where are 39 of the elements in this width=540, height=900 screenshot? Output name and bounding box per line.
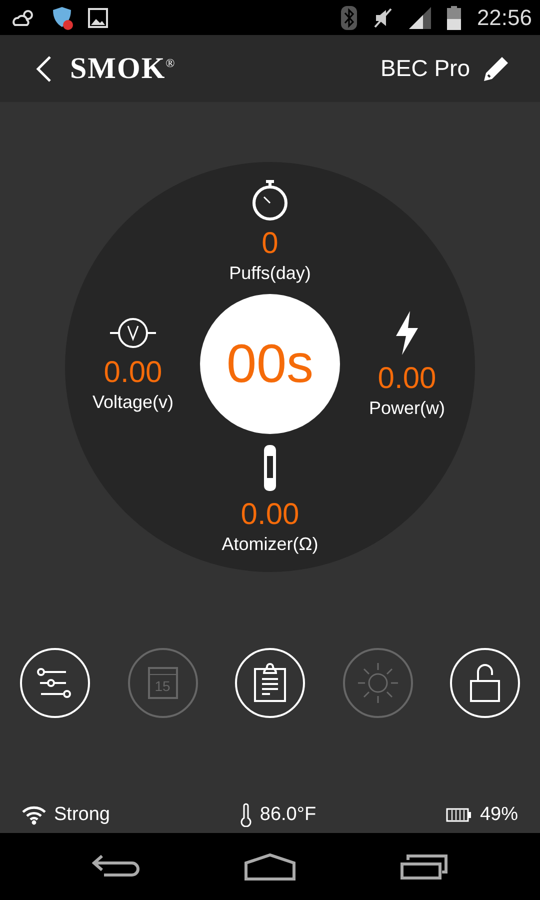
battery-icon bbox=[446, 6, 461, 30]
battery-text: 49% bbox=[480, 804, 518, 826]
metric-value: 0 bbox=[262, 227, 278, 261]
signal-icon bbox=[408, 6, 431, 28]
back-icon[interactable] bbox=[92, 854, 140, 880]
unlocked-padlock-icon bbox=[469, 663, 501, 703]
clipboard-button[interactable] bbox=[235, 648, 305, 718]
image-icon bbox=[88, 8, 108, 28]
sun-icon bbox=[356, 661, 400, 705]
logo: SMOK$^{®}$ bbox=[70, 52, 176, 86]
atomizer-icon bbox=[263, 444, 277, 492]
temperature-text: 86.0°F bbox=[260, 804, 316, 826]
clock-time: 22:56 bbox=[476, 4, 532, 30]
metric-value: 0.00 bbox=[378, 362, 436, 396]
settings-button[interactable] bbox=[20, 648, 90, 718]
metric-label: Voltage(v) bbox=[92, 392, 174, 412]
stopwatch-icon bbox=[250, 179, 289, 221]
voltmeter-icon bbox=[109, 316, 157, 350]
device-name: BEC Pro bbox=[380, 55, 470, 82]
metric-label: Power(w) bbox=[368, 398, 445, 418]
signal-text: Strong bbox=[54, 804, 110, 826]
mute-icon bbox=[372, 6, 393, 28]
sliders-icon bbox=[37, 668, 73, 698]
recent-apps-icon[interactable] bbox=[400, 854, 448, 880]
metric-label: Puffs(day) bbox=[229, 263, 311, 284]
lock-button[interactable] bbox=[450, 648, 520, 718]
timer-display[interactable]: 00s bbox=[200, 294, 340, 434]
thermometer-icon bbox=[240, 803, 252, 827]
metric-value: 0.00 bbox=[240, 498, 300, 532]
shield-icon bbox=[50, 6, 74, 30]
metric-label: Atomizer(Ω) bbox=[222, 534, 318, 555]
home-icon[interactable] bbox=[244, 852, 296, 880]
lightning-icon bbox=[394, 310, 420, 356]
wifi-icon bbox=[22, 805, 46, 825]
battery-icon bbox=[446, 808, 472, 822]
back-icon[interactable] bbox=[36, 54, 52, 82]
clipboard-icon bbox=[253, 663, 287, 703]
bluetooth-icon bbox=[340, 6, 357, 30]
metric-value: 0.00 bbox=[104, 356, 162, 390]
